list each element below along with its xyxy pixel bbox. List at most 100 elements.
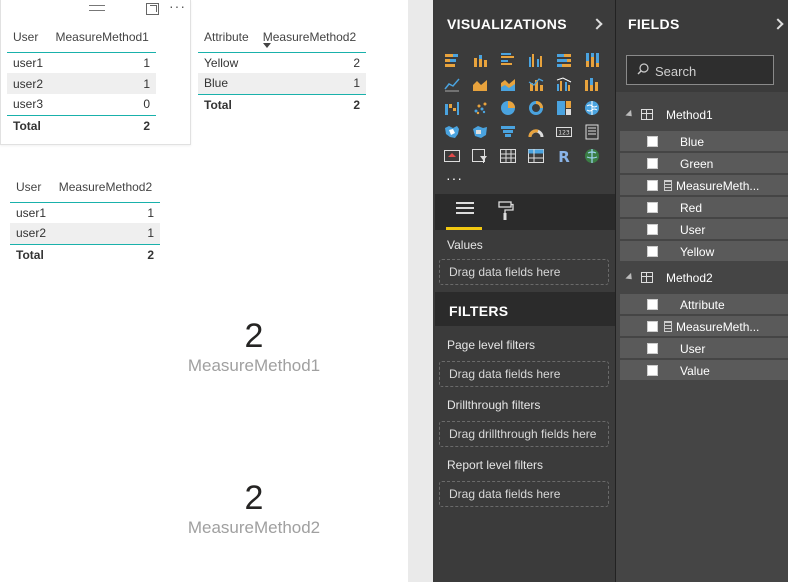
treemap-icon[interactable] bbox=[554, 98, 574, 118]
table-node-method1[interactable]: Method1 bbox=[616, 104, 788, 126]
report-filters-drop-well[interactable]: Drag data fields here bbox=[439, 481, 609, 507]
card-visual-measuremethod2[interactable]: 2 MeasureMethod2 bbox=[154, 478, 354, 538]
multi-row-card-icon[interactable] bbox=[582, 122, 602, 142]
table-row: Yellow 2 bbox=[198, 52, 366, 73]
field-item-measuremethod2[interactable]: MeasureMeth... bbox=[620, 316, 788, 337]
cell-value: 2 bbox=[353, 55, 360, 70]
values-label: Values bbox=[447, 238, 483, 252]
page-filters-drop-well[interactable]: Drag data fields here bbox=[439, 361, 609, 387]
scatter-chart-icon[interactable] bbox=[470, 98, 490, 118]
column-header-attribute[interactable]: Attribute bbox=[198, 22, 257, 53]
cell-value: 0 bbox=[143, 97, 150, 112]
table-grid: Attribute MeasureMethod2 Yellow 2 Blue 1… bbox=[198, 22, 366, 115]
total-row: Total 2 bbox=[7, 114, 156, 136]
field-checkbox[interactable] bbox=[647, 224, 658, 235]
clustered-bar-chart-icon[interactable] bbox=[498, 50, 518, 70]
slicer-icon[interactable] bbox=[470, 146, 490, 166]
shape-map-icon[interactable] bbox=[470, 122, 490, 142]
funnel-chart-icon[interactable] bbox=[498, 122, 518, 142]
field-item-green[interactable]: Green bbox=[620, 153, 788, 174]
card-value: 2 bbox=[244, 317, 264, 355]
gauge-icon[interactable] bbox=[526, 122, 546, 142]
matrix-icon[interactable] bbox=[526, 146, 546, 166]
column-header-user[interactable]: User bbox=[7, 22, 50, 53]
table-grid: User MeasureMethod2 user1 1 user2 1 Tota… bbox=[10, 172, 160, 265]
table-row: user1 1 bbox=[10, 202, 160, 223]
clustered-column-chart-icon[interactable] bbox=[526, 50, 546, 70]
field-item-user[interactable]: User bbox=[620, 219, 788, 240]
more-options-icon[interactable]: ··· bbox=[169, 0, 186, 14]
report-level-filters-label: Report level filters bbox=[447, 458, 544, 472]
column-header-measuremethod2[interactable]: MeasureMethod2 bbox=[52, 172, 160, 203]
field-checkbox[interactable] bbox=[647, 343, 658, 354]
tab-format[interactable] bbox=[488, 194, 524, 230]
filled-map-icon[interactable] bbox=[442, 122, 462, 142]
visualizations-pane: VISUALIZATIONS 123 R ··· Values Drag dat… bbox=[435, 0, 615, 582]
100-stacked-bar-chart-icon[interactable] bbox=[554, 50, 574, 70]
fields-search-input[interactable] bbox=[655, 62, 770, 80]
line-chart-icon[interactable] bbox=[442, 74, 462, 94]
field-item-attribute[interactable]: Attribute bbox=[620, 294, 788, 315]
field-item-measuremethod1[interactable]: MeasureMeth... bbox=[620, 175, 788, 196]
column-header-measuremethod2[interactable]: MeasureMethod2 bbox=[256, 22, 366, 53]
stacked-area-chart-icon[interactable] bbox=[498, 74, 518, 94]
table-name: Method1 bbox=[666, 108, 713, 122]
expand-collapse-icon[interactable] bbox=[625, 272, 635, 283]
line-and-clustered-column-chart-icon[interactable] bbox=[554, 74, 574, 94]
table-name: Method2 bbox=[666, 271, 713, 285]
table-node-method2[interactable]: Method2 bbox=[616, 267, 788, 289]
focus-mode-icon[interactable] bbox=[146, 3, 159, 15]
total-row: Total 2 bbox=[10, 243, 160, 265]
column-header-measuremethod1[interactable]: MeasureMethod1 bbox=[49, 22, 156, 53]
collapse-fields-chevron-icon[interactable] bbox=[772, 18, 784, 30]
pie-chart-icon[interactable] bbox=[498, 98, 518, 118]
stacked-bar-chart-icon[interactable] bbox=[442, 50, 462, 70]
field-item-red[interactable]: Red bbox=[620, 197, 788, 218]
waterfall-chart-icon[interactable] bbox=[442, 98, 462, 118]
field-item-user[interactable]: User bbox=[620, 338, 788, 359]
field-checkbox[interactable] bbox=[647, 321, 658, 332]
collapse-visualizations-chevron-icon[interactable] bbox=[591, 18, 603, 30]
tab-fields[interactable] bbox=[446, 194, 482, 230]
map-icon[interactable] bbox=[582, 98, 602, 118]
ribbon-chart-icon[interactable] bbox=[582, 74, 602, 94]
cell-user: user3 bbox=[13, 97, 44, 112]
field-checkbox[interactable] bbox=[647, 136, 658, 147]
field-name: Blue bbox=[680, 135, 705, 149]
field-checkbox[interactable] bbox=[647, 299, 658, 310]
field-checkbox[interactable] bbox=[647, 158, 658, 169]
stacked-column-chart-icon[interactable] bbox=[470, 50, 490, 70]
field-checkbox[interactable] bbox=[647, 246, 658, 257]
drillthrough-drop-well[interactable]: Drag drillthrough fields here bbox=[439, 421, 609, 447]
card-icon[interactable]: 123 bbox=[554, 122, 574, 142]
field-item-yellow[interactable]: Yellow bbox=[620, 241, 788, 262]
field-checkbox[interactable] bbox=[647, 202, 658, 213]
card-visual-measuremethod1[interactable]: 2 MeasureMethod1 bbox=[154, 316, 354, 376]
table-icon[interactable] bbox=[498, 146, 518, 166]
table-visual-user-measure2[interactable]: User MeasureMethod2 user1 1 user2 1 Tota… bbox=[10, 172, 162, 267]
paint-roller-icon bbox=[498, 201, 514, 220]
arcgis-map-icon[interactable] bbox=[582, 146, 602, 166]
column-header-user[interactable]: User bbox=[10, 172, 53, 203]
table-visual-user-measure1[interactable]: ··· User MeasureMethod1 user1 1 user2 1 … bbox=[0, 0, 191, 145]
more-visuals-ellipsis[interactable]: ··· bbox=[446, 170, 463, 186]
field-checkbox[interactable] bbox=[647, 180, 658, 191]
expand-collapse-icon[interactable] bbox=[625, 109, 635, 120]
field-item-value[interactable]: Value bbox=[620, 360, 788, 381]
values-drop-well[interactable]: Drag data fields here bbox=[439, 259, 609, 285]
fields-well-icon bbox=[456, 202, 474, 218]
search-icon bbox=[637, 63, 649, 75]
drag-grip-icon[interactable] bbox=[89, 5, 105, 11]
table-row: user2 1 bbox=[7, 73, 156, 94]
svg-text:123: 123 bbox=[558, 130, 570, 137]
field-item-blue[interactable]: Blue bbox=[620, 131, 788, 152]
line-and-stacked-column-chart-icon[interactable] bbox=[526, 74, 546, 94]
table-visual-attribute-measure2[interactable]: Attribute MeasureMethod2 Yellow 2 Blue 1… bbox=[198, 22, 370, 117]
r-script-visual-icon[interactable]: R bbox=[554, 146, 574, 166]
area-chart-icon[interactable] bbox=[470, 74, 490, 94]
card-label: MeasureMethod2 bbox=[187, 518, 321, 537]
kpi-icon[interactable] bbox=[442, 146, 462, 166]
100-stacked-column-chart-icon[interactable] bbox=[582, 50, 602, 70]
field-checkbox[interactable] bbox=[647, 365, 658, 376]
donut-chart-icon[interactable] bbox=[526, 98, 546, 118]
